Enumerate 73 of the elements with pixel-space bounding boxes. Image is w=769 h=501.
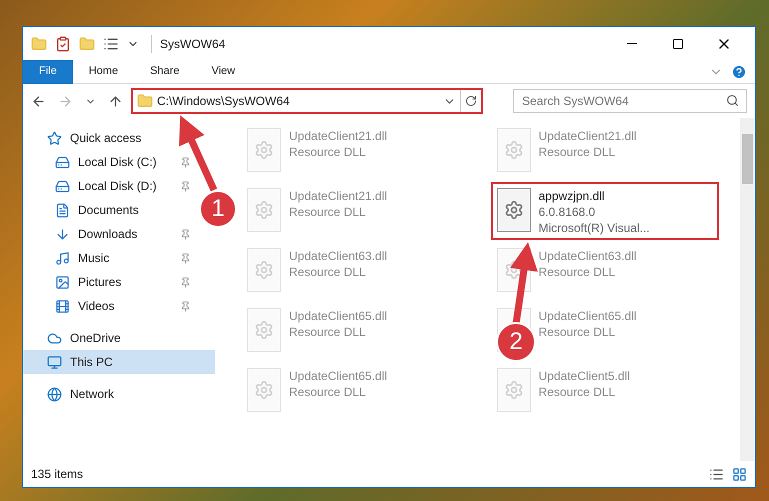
maximize-icon	[672, 38, 684, 50]
file-name: UpdateClient65.dll	[289, 308, 388, 324]
file-detail: Resource DLL	[538, 264, 616, 280]
file-description: Microsoft(R) Visual...	[538, 220, 650, 236]
sidebar-item[interactable]: Local Disk (D:)	[23, 174, 199, 198]
file-name: UpdateClient63.dll	[289, 248, 388, 264]
file-detail: Resource DLL	[289, 324, 367, 340]
sidebar-item[interactable]: OneDrive	[23, 326, 215, 350]
ribbon-tab[interactable]: Home	[72, 60, 134, 84]
search-icon[interactable]	[726, 94, 739, 107]
clipboard-check-icon[interactable]	[55, 36, 71, 52]
help-icon[interactable]	[731, 64, 747, 80]
cloud-icon	[47, 330, 62, 346]
list-icon[interactable]	[103, 36, 119, 52]
document-icon	[55, 202, 70, 218]
file-name: UpdateClient21.dll	[538, 128, 637, 144]
file-detail: Resource DLL	[538, 144, 616, 160]
sidebar-item[interactable]: Local Disk (C:)	[23, 150, 199, 174]
window-title: SysWOW64	[151, 34, 226, 52]
details-view-icon[interactable]	[709, 466, 724, 482]
file-detail: 6.0.8168.0	[538, 204, 596, 220]
folder-icon	[137, 93, 153, 109]
film-icon	[55, 298, 70, 314]
sidebar-item[interactable]: Documents	[23, 198, 199, 222]
pin-icon[interactable]	[180, 180, 191, 192]
address-field[interactable]: C:\Windows\SysWOW64	[131, 88, 483, 114]
file-detail: Resource DLL	[289, 144, 367, 160]
globe-icon	[47, 386, 62, 402]
music-note-icon	[55, 250, 70, 266]
file-name: UpdateClient65.dll	[289, 368, 388, 384]
file-detail: Resource DLL	[289, 384, 367, 400]
file-detail: Resource DLL	[538, 384, 616, 400]
file-name: appwzjpn.dll	[538, 188, 606, 204]
file-name: UpdateClient21.dll	[289, 188, 388, 204]
drive-icon	[55, 178, 70, 194]
pin-icon[interactable]	[180, 252, 191, 264]
minimize-icon	[627, 43, 637, 44]
file-name: UpdateClient65.dll	[538, 308, 637, 324]
tiles-view-icon[interactable]	[732, 466, 747, 482]
sidebar-item[interactable]: Videos	[23, 294, 199, 318]
star-icon	[47, 130, 62, 146]
folder-icon	[31, 36, 47, 52]
address-path: C:\Windows\SysWOW64	[157, 93, 290, 110]
file-detail: Resource DLL	[538, 324, 616, 340]
search-field[interactable]: Search SysWOW64	[513, 89, 747, 113]
sidebar-item[interactable]: Downloads	[23, 222, 199, 246]
scrollbar[interactable]	[740, 118, 755, 461]
sidebar-item[interactable]: This PC	[23, 350, 215, 374]
download-arrow-icon	[55, 226, 70, 242]
up-icon[interactable]	[108, 94, 123, 108]
sidebar-item[interactable]: Network	[23, 382, 215, 406]
monitor-icon	[47, 354, 62, 370]
ribbon-tab[interactable]: Share	[134, 60, 196, 84]
file-name: UpdateClient21.dll	[289, 128, 388, 144]
back-icon[interactable]	[31, 94, 46, 108]
file-name: UpdateClient5.dll	[538, 368, 630, 384]
pin-icon[interactable]	[180, 156, 191, 168]
file-detail: Resource DLL	[289, 264, 367, 280]
pin-icon[interactable]	[180, 276, 191, 288]
picture-icon	[55, 274, 70, 290]
ribbon-tab[interactable]: View	[195, 60, 252, 84]
drive-icon	[55, 154, 70, 170]
sidebar-item[interactable]: Quick access	[23, 126, 215, 150]
pin-icon[interactable]	[180, 228, 191, 240]
refresh-icon[interactable]	[465, 95, 477, 107]
sidebar-item[interactable]: Pictures	[23, 270, 199, 294]
item-count: 135 items	[31, 466, 84, 483]
file-menu-tab[interactable]: File	[23, 60, 73, 84]
pin-icon[interactable]	[180, 300, 191, 312]
file-item[interactable]: appwzjpn.dll 6.0.8168.0 Microsoft(R) Visual...	[490, 182, 718, 240]
file-name: UpdateClient63.dll	[538, 248, 637, 264]
sidebar-item[interactable]: Music	[23, 246, 199, 270]
file-detail: Resource DLL	[289, 204, 367, 220]
